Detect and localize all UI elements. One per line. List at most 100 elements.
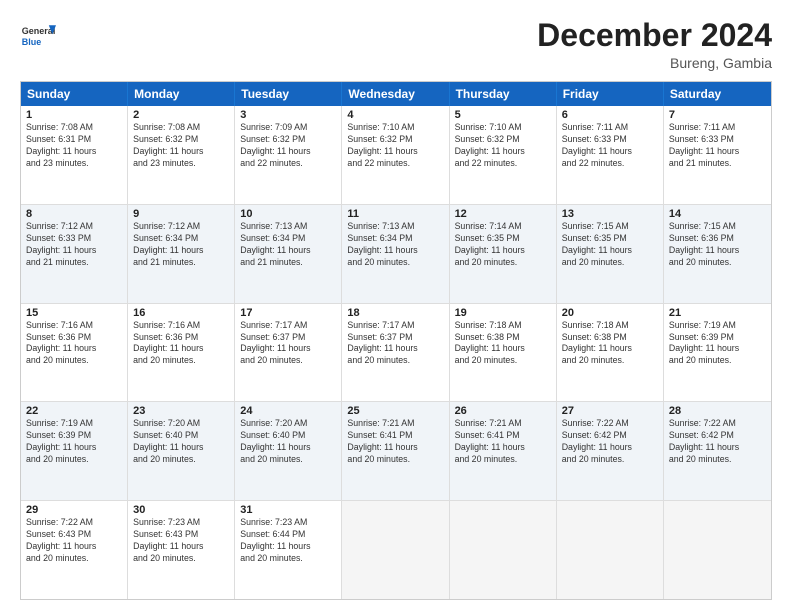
calendar-body: 1Sunrise: 7:08 AMSunset: 6:31 PMDaylight… xyxy=(21,106,771,599)
cell-info: Sunrise: 7:16 AMSunset: 6:36 PMDaylight:… xyxy=(26,320,122,368)
day-number: 27 xyxy=(562,405,658,417)
calendar-cell-7: 7Sunrise: 7:11 AMSunset: 6:33 PMDaylight… xyxy=(664,106,771,204)
page-header: General Blue December 2024 Bureng, Gambi… xyxy=(20,18,772,71)
calendar-cell-2: 2Sunrise: 7:08 AMSunset: 6:32 PMDaylight… xyxy=(128,106,235,204)
svg-text:Blue: Blue xyxy=(22,37,42,47)
calendar-cell-25: 25Sunrise: 7:21 AMSunset: 6:41 PMDayligh… xyxy=(342,402,449,500)
calendar-page: General Blue December 2024 Bureng, Gambi… xyxy=(0,0,792,612)
calendar-cell-24: 24Sunrise: 7:20 AMSunset: 6:40 PMDayligh… xyxy=(235,402,342,500)
cell-info: Sunrise: 7:10 AMSunset: 6:32 PMDaylight:… xyxy=(347,122,443,170)
calendar: SundayMondayTuesdayWednesdayThursdayFrid… xyxy=(20,81,772,600)
cell-info: Sunrise: 7:15 AMSunset: 6:35 PMDaylight:… xyxy=(562,221,658,269)
calendar-row-3: 15Sunrise: 7:16 AMSunset: 6:36 PMDayligh… xyxy=(21,303,771,402)
calendar-cell-empty xyxy=(450,501,557,599)
cell-info: Sunrise: 7:22 AMSunset: 6:42 PMDaylight:… xyxy=(669,418,766,466)
cell-info: Sunrise: 7:15 AMSunset: 6:36 PMDaylight:… xyxy=(669,221,766,269)
day-number: 8 xyxy=(26,208,122,220)
calendar-cell-5: 5Sunrise: 7:10 AMSunset: 6:32 PMDaylight… xyxy=(450,106,557,204)
calendar-cell-11: 11Sunrise: 7:13 AMSunset: 6:34 PMDayligh… xyxy=(342,205,449,303)
calendar-cell-empty xyxy=(664,501,771,599)
calendar-cell-14: 14Sunrise: 7:15 AMSunset: 6:36 PMDayligh… xyxy=(664,205,771,303)
day-number: 7 xyxy=(669,109,766,121)
calendar-cell-20: 20Sunrise: 7:18 AMSunset: 6:38 PMDayligh… xyxy=(557,304,664,402)
cell-info: Sunrise: 7:16 AMSunset: 6:36 PMDaylight:… xyxy=(133,320,229,368)
calendar-cell-23: 23Sunrise: 7:20 AMSunset: 6:40 PMDayligh… xyxy=(128,402,235,500)
cell-info: Sunrise: 7:11 AMSunset: 6:33 PMDaylight:… xyxy=(669,122,766,170)
cell-info: Sunrise: 7:17 AMSunset: 6:37 PMDaylight:… xyxy=(347,320,443,368)
calendar-cell-6: 6Sunrise: 7:11 AMSunset: 6:33 PMDaylight… xyxy=(557,106,664,204)
day-number: 21 xyxy=(669,307,766,319)
day-number: 31 xyxy=(240,504,336,516)
cell-info: Sunrise: 7:12 AMSunset: 6:34 PMDaylight:… xyxy=(133,221,229,269)
day-number: 10 xyxy=(240,208,336,220)
day-number: 2 xyxy=(133,109,229,121)
calendar-row-2: 8Sunrise: 7:12 AMSunset: 6:33 PMDaylight… xyxy=(21,204,771,303)
calendar-cell-19: 19Sunrise: 7:18 AMSunset: 6:38 PMDayligh… xyxy=(450,304,557,402)
cell-info: Sunrise: 7:23 AMSunset: 6:44 PMDaylight:… xyxy=(240,517,336,565)
cell-info: Sunrise: 7:18 AMSunset: 6:38 PMDaylight:… xyxy=(455,320,551,368)
calendar-cell-9: 9Sunrise: 7:12 AMSunset: 6:34 PMDaylight… xyxy=(128,205,235,303)
cell-info: Sunrise: 7:22 AMSunset: 6:43 PMDaylight:… xyxy=(26,517,122,565)
day-number: 23 xyxy=(133,405,229,417)
day-number: 1 xyxy=(26,109,122,121)
logo: General Blue xyxy=(20,18,56,54)
day-number: 22 xyxy=(26,405,122,417)
cell-info: Sunrise: 7:19 AMSunset: 6:39 PMDaylight:… xyxy=(26,418,122,466)
calendar-cell-1: 1Sunrise: 7:08 AMSunset: 6:31 PMDaylight… xyxy=(21,106,128,204)
day-number: 30 xyxy=(133,504,229,516)
calendar-cell-empty xyxy=(342,501,449,599)
calendar-row-5: 29Sunrise: 7:22 AMSunset: 6:43 PMDayligh… xyxy=(21,500,771,599)
cell-info: Sunrise: 7:08 AMSunset: 6:32 PMDaylight:… xyxy=(133,122,229,170)
calendar-cell-15: 15Sunrise: 7:16 AMSunset: 6:36 PMDayligh… xyxy=(21,304,128,402)
calendar-cell-3: 3Sunrise: 7:09 AMSunset: 6:32 PMDaylight… xyxy=(235,106,342,204)
cell-info: Sunrise: 7:08 AMSunset: 6:31 PMDaylight:… xyxy=(26,122,122,170)
cell-info: Sunrise: 7:10 AMSunset: 6:32 PMDaylight:… xyxy=(455,122,551,170)
cell-info: Sunrise: 7:11 AMSunset: 6:33 PMDaylight:… xyxy=(562,122,658,170)
calendar-row-4: 22Sunrise: 7:19 AMSunset: 6:39 PMDayligh… xyxy=(21,401,771,500)
day-number: 29 xyxy=(26,504,122,516)
cell-info: Sunrise: 7:20 AMSunset: 6:40 PMDaylight:… xyxy=(240,418,336,466)
calendar-cell-28: 28Sunrise: 7:22 AMSunset: 6:42 PMDayligh… xyxy=(664,402,771,500)
calendar-cell-17: 17Sunrise: 7:17 AMSunset: 6:37 PMDayligh… xyxy=(235,304,342,402)
day-number: 11 xyxy=(347,208,443,220)
day-number: 28 xyxy=(669,405,766,417)
calendar-cell-13: 13Sunrise: 7:15 AMSunset: 6:35 PMDayligh… xyxy=(557,205,664,303)
day-number: 26 xyxy=(455,405,551,417)
calendar-cell-29: 29Sunrise: 7:22 AMSunset: 6:43 PMDayligh… xyxy=(21,501,128,599)
header-day-friday: Friday xyxy=(557,82,664,106)
header-day-saturday: Saturday xyxy=(664,82,771,106)
month-title: December 2024 xyxy=(537,18,772,53)
cell-info: Sunrise: 7:21 AMSunset: 6:41 PMDaylight:… xyxy=(455,418,551,466)
day-number: 24 xyxy=(240,405,336,417)
cell-info: Sunrise: 7:21 AMSunset: 6:41 PMDaylight:… xyxy=(347,418,443,466)
day-number: 5 xyxy=(455,109,551,121)
day-number: 15 xyxy=(26,307,122,319)
calendar-header: SundayMondayTuesdayWednesdayThursdayFrid… xyxy=(21,82,771,106)
cell-info: Sunrise: 7:18 AMSunset: 6:38 PMDaylight:… xyxy=(562,320,658,368)
cell-info: Sunrise: 7:22 AMSunset: 6:42 PMDaylight:… xyxy=(562,418,658,466)
cell-info: Sunrise: 7:13 AMSunset: 6:34 PMDaylight:… xyxy=(347,221,443,269)
day-number: 6 xyxy=(562,109,658,121)
calendar-cell-empty xyxy=(557,501,664,599)
calendar-cell-26: 26Sunrise: 7:21 AMSunset: 6:41 PMDayligh… xyxy=(450,402,557,500)
header-day-wednesday: Wednesday xyxy=(342,82,449,106)
calendar-cell-12: 12Sunrise: 7:14 AMSunset: 6:35 PMDayligh… xyxy=(450,205,557,303)
calendar-row-1: 1Sunrise: 7:08 AMSunset: 6:31 PMDaylight… xyxy=(21,106,771,204)
cell-info: Sunrise: 7:12 AMSunset: 6:33 PMDaylight:… xyxy=(26,221,122,269)
cell-info: Sunrise: 7:13 AMSunset: 6:34 PMDaylight:… xyxy=(240,221,336,269)
cell-info: Sunrise: 7:09 AMSunset: 6:32 PMDaylight:… xyxy=(240,122,336,170)
calendar-cell-16: 16Sunrise: 7:16 AMSunset: 6:36 PMDayligh… xyxy=(128,304,235,402)
calendar-cell-4: 4Sunrise: 7:10 AMSunset: 6:32 PMDaylight… xyxy=(342,106,449,204)
header-day-tuesday: Tuesday xyxy=(235,82,342,106)
header-day-sunday: Sunday xyxy=(21,82,128,106)
day-number: 12 xyxy=(455,208,551,220)
cell-info: Sunrise: 7:23 AMSunset: 6:43 PMDaylight:… xyxy=(133,517,229,565)
day-number: 16 xyxy=(133,307,229,319)
day-number: 25 xyxy=(347,405,443,417)
calendar-cell-30: 30Sunrise: 7:23 AMSunset: 6:43 PMDayligh… xyxy=(128,501,235,599)
cell-info: Sunrise: 7:14 AMSunset: 6:35 PMDaylight:… xyxy=(455,221,551,269)
calendar-cell-27: 27Sunrise: 7:22 AMSunset: 6:42 PMDayligh… xyxy=(557,402,664,500)
day-number: 19 xyxy=(455,307,551,319)
cell-info: Sunrise: 7:20 AMSunset: 6:40 PMDaylight:… xyxy=(133,418,229,466)
cell-info: Sunrise: 7:17 AMSunset: 6:37 PMDaylight:… xyxy=(240,320,336,368)
